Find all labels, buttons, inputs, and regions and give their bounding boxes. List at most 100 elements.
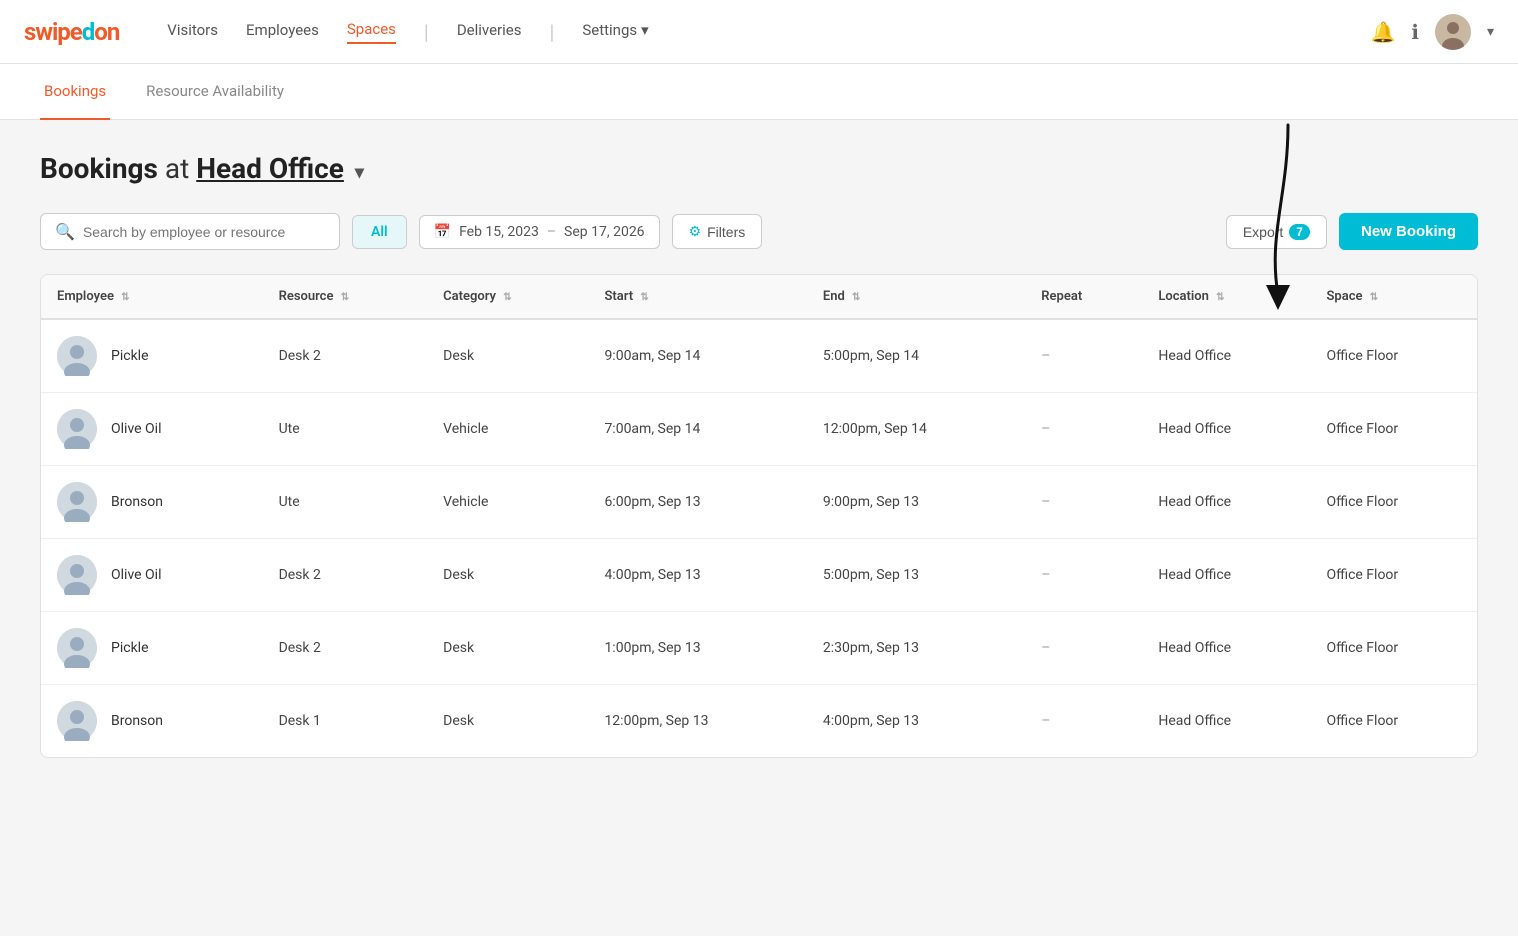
cell-repeat-2: – bbox=[1025, 466, 1142, 539]
cell-space-4: Office Floor bbox=[1311, 612, 1478, 685]
col-space[interactable]: Space ⇅ bbox=[1311, 275, 1478, 319]
table-row[interactable]: Olive Oil Desk 2 Desk 4:00pm, Sep 13 5:0… bbox=[41, 539, 1477, 612]
table-row[interactable]: Bronson Desk 1 Desk 12:00pm, Sep 13 4:00… bbox=[41, 685, 1477, 758]
logo[interactable]: swipedon bbox=[24, 18, 119, 46]
nav-settings[interactable]: Settings ▾ bbox=[582, 21, 648, 43]
location-dropdown-icon[interactable]: ▾ bbox=[355, 162, 364, 183]
filter-tabs: All bbox=[352, 215, 407, 249]
table-row[interactable]: Pickle Desk 2 Desk 1:00pm, Sep 13 2:30pm… bbox=[41, 612, 1477, 685]
tabs-bar: Bookings Resource Availability bbox=[0, 64, 1518, 120]
cell-category-3: Desk bbox=[427, 539, 588, 612]
export-count-badge: 7 bbox=[1289, 224, 1310, 240]
cell-repeat-1: – bbox=[1025, 393, 1142, 466]
cell-space-2: Office Floor bbox=[1311, 466, 1478, 539]
cell-resource-1: Ute bbox=[263, 393, 428, 466]
cell-category-2: Vehicle bbox=[427, 466, 588, 539]
date-end: Sep 17, 2026 bbox=[564, 224, 645, 240]
cell-category-5: Desk bbox=[427, 685, 588, 758]
cell-employee-1: Olive Oil bbox=[41, 393, 263, 466]
col-start[interactable]: Start ⇅ bbox=[588, 275, 806, 319]
cell-start-0: 9:00am, Sep 14 bbox=[588, 319, 806, 393]
cell-start-5: 12:00pm, Sep 13 bbox=[588, 685, 806, 758]
date-start: Feb 15, 2023 bbox=[459, 224, 539, 240]
cell-employee-3: Olive Oil bbox=[41, 539, 263, 612]
cell-location-0: Head Office bbox=[1142, 319, 1310, 393]
avatar-chevron-icon[interactable]: ▾ bbox=[1487, 24, 1494, 40]
tab-resource-availability[interactable]: Resource Availability bbox=[142, 64, 288, 120]
notification-icon[interactable]: 🔔 bbox=[1370, 20, 1395, 44]
cell-employee-4: Pickle bbox=[41, 612, 263, 685]
date-range-picker[interactable]: 📅 Feb 15, 2023 – Sep 17, 2026 bbox=[419, 215, 660, 249]
cell-start-3: 4:00pm, Sep 13 bbox=[588, 539, 806, 612]
filters-button[interactable]: ⚙ Filters bbox=[672, 214, 763, 249]
table-row[interactable]: Pickle Desk 2 Desk 9:00am, Sep 14 5:00pm… bbox=[41, 319, 1477, 393]
employee-name-1: Olive Oil bbox=[111, 421, 161, 437]
filter-tab-all[interactable]: All bbox=[353, 216, 406, 248]
cell-resource-0: Desk 2 bbox=[263, 319, 428, 393]
employee-avatar-3 bbox=[57, 555, 97, 595]
table-row[interactable]: Olive Oil Ute Vehicle 7:00am, Sep 14 12:… bbox=[41, 393, 1477, 466]
nav-visitors[interactable]: Visitors bbox=[167, 21, 218, 43]
cell-space-5: Office Floor bbox=[1311, 685, 1478, 758]
tab-bookings[interactable]: Bookings bbox=[40, 64, 110, 120]
cell-start-2: 6:00pm, Sep 13 bbox=[588, 466, 806, 539]
nav-right: 🔔 ℹ ▾ bbox=[1370, 14, 1494, 50]
cell-end-1: 12:00pm, Sep 14 bbox=[807, 393, 1025, 466]
col-end[interactable]: End ⇅ bbox=[807, 275, 1025, 319]
nav-deliveries[interactable]: Deliveries bbox=[457, 21, 522, 43]
cell-space-3: Office Floor bbox=[1311, 539, 1478, 612]
nav-employees[interactable]: Employees bbox=[246, 21, 319, 43]
cell-end-3: 5:00pm, Sep 13 bbox=[807, 539, 1025, 612]
employee-avatar-4 bbox=[57, 628, 97, 668]
cell-category-0: Desk bbox=[427, 319, 588, 393]
cell-category-4: Desk bbox=[427, 612, 588, 685]
employee-avatar-2 bbox=[57, 482, 97, 522]
chevron-down-icon: ▾ bbox=[641, 21, 649, 39]
col-repeat: Repeat bbox=[1025, 275, 1142, 319]
search-icon: 🔍 bbox=[55, 222, 75, 241]
cell-category-1: Vehicle bbox=[427, 393, 588, 466]
cell-resource-4: Desk 2 bbox=[263, 612, 428, 685]
col-employee[interactable]: Employee ⇅ bbox=[41, 275, 263, 319]
cell-end-2: 9:00pm, Sep 13 bbox=[807, 466, 1025, 539]
avatar[interactable] bbox=[1435, 14, 1471, 50]
table-header-row: Employee ⇅ Resource ⇅ Category ⇅ Start ⇅… bbox=[41, 275, 1477, 319]
nav-links: Visitors Employees Spaces | Deliveries |… bbox=[167, 20, 648, 44]
nav-spaces[interactable]: Spaces bbox=[347, 20, 396, 44]
cell-space-0: Office Floor bbox=[1311, 319, 1478, 393]
new-booking-button[interactable]: New Booking bbox=[1339, 213, 1478, 250]
employee-avatar-5 bbox=[57, 701, 97, 741]
cell-start-4: 1:00pm, Sep 13 bbox=[588, 612, 806, 685]
cell-employee-2: Bronson bbox=[41, 466, 263, 539]
employee-name-0: Pickle bbox=[111, 348, 149, 364]
cell-repeat-0: – bbox=[1025, 319, 1142, 393]
main-content: Bookings at Head Office ▾ 🔍 All 📅 Feb 15… bbox=[0, 120, 1518, 790]
col-resource[interactable]: Resource ⇅ bbox=[263, 275, 428, 319]
cell-location-1: Head Office bbox=[1142, 393, 1310, 466]
cell-repeat-5: – bbox=[1025, 685, 1142, 758]
cell-space-1: Office Floor bbox=[1311, 393, 1478, 466]
info-icon[interactable]: ℹ bbox=[1411, 20, 1419, 44]
employee-name-2: Bronson bbox=[111, 494, 163, 510]
table-row[interactable]: Bronson Ute Vehicle 6:00pm, Sep 13 9:00p… bbox=[41, 466, 1477, 539]
col-category[interactable]: Category ⇅ bbox=[427, 275, 588, 319]
navbar: swipedon Visitors Employees Spaces | Del… bbox=[0, 0, 1518, 64]
export-button[interactable]: Export 7 bbox=[1226, 215, 1327, 249]
employee-name-5: Bronson bbox=[111, 713, 163, 729]
cell-location-3: Head Office bbox=[1142, 539, 1310, 612]
cell-location-4: Head Office bbox=[1142, 612, 1310, 685]
date-dash: – bbox=[547, 224, 556, 240]
cell-end-0: 5:00pm, Sep 14 bbox=[807, 319, 1025, 393]
nav-separator-2: | bbox=[549, 20, 554, 44]
col-location[interactable]: Location ⇅ bbox=[1142, 275, 1310, 319]
cell-employee-0: Pickle bbox=[41, 319, 263, 393]
cell-end-4: 2:30pm, Sep 13 bbox=[807, 612, 1025, 685]
filters-icon: ⚙ bbox=[689, 223, 702, 240]
calendar-icon: 📅 bbox=[434, 224, 451, 240]
nav-separator-1: | bbox=[424, 20, 429, 44]
cell-location-2: Head Office bbox=[1142, 466, 1310, 539]
cell-end-5: 4:00pm, Sep 13 bbox=[807, 685, 1025, 758]
cell-resource-2: Ute bbox=[263, 466, 428, 539]
search-input[interactable] bbox=[83, 224, 325, 240]
employee-avatar-0 bbox=[57, 336, 97, 376]
